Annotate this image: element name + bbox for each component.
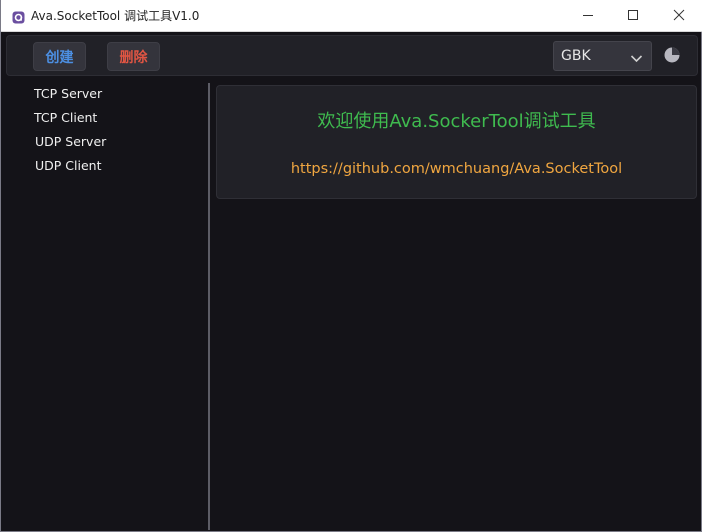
create-button[interactable]: 创建 (33, 42, 86, 71)
encoding-value: GBK (561, 48, 591, 64)
minimize-icon (582, 6, 594, 25)
minimize-button[interactable] (565, 0, 611, 31)
welcome-title: 欢迎使用Ava.SockerTool调试工具 (317, 111, 596, 132)
close-icon (673, 6, 685, 25)
maximize-button[interactable] (610, 0, 656, 31)
welcome-panel: 欢迎使用Ava.SockerTool调试工具 https://github.co… (216, 85, 697, 199)
pane-splitter[interactable] (208, 83, 210, 530)
encoding-select[interactable]: GBK (553, 41, 652, 71)
repo-link[interactable]: https://github.com/wmchuang/Ava.SocketTo… (217, 161, 696, 177)
sidebar-item-udp-client[interactable]: UDP Client (35, 158, 101, 173)
theme-toggle-icon[interactable] (662, 45, 682, 65)
sidebar-item-tcp-server[interactable]: TCP Server (34, 86, 102, 101)
maximize-icon (627, 6, 639, 25)
close-button[interactable] (656, 0, 702, 31)
sidebar-item-tcp-client[interactable]: TCP Client (34, 110, 97, 125)
app-window: Ava.SocketTool 调试工具V1.0 创建 删除 GBK TCP Se… (0, 0, 702, 532)
title-bar[interactable]: Ava.SocketTool 调试工具V1.0 (1, 0, 702, 32)
toolbar: 创建 删除 GBK (6, 35, 698, 76)
app-logo-icon (12, 9, 25, 24)
delete-button[interactable]: 删除 (107, 42, 160, 71)
window-title: Ava.SocketTool 调试工具V1.0 (31, 9, 200, 23)
sidebar-item-udp-server[interactable]: UDP Server (35, 134, 106, 149)
connection-list: TCP Server TCP Client UDP Server UDP Cli… (6, 80, 206, 530)
chevron-down-icon (630, 50, 643, 69)
